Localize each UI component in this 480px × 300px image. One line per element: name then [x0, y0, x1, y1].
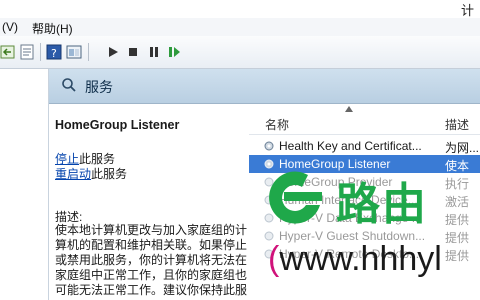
description-line: 使本地计算机更改与加入家庭组的计 — [55, 223, 248, 237]
tree-panel[interactable] — [0, 69, 49, 300]
back-icon[interactable] — [0, 44, 16, 60]
service-description: 执行 — [445, 177, 470, 191]
toolbar-separator — [88, 43, 89, 61]
pause-icon[interactable] — [146, 44, 162, 60]
list-header: 名称 描述 — [249, 114, 480, 135]
restart-icon[interactable] — [166, 44, 182, 60]
properties-icon[interactable] — [20, 44, 36, 60]
toolbar-separator — [40, 43, 41, 61]
watermark-brand: 路由 — [336, 180, 428, 229]
description-text: 使本地计算机更改与加入家庭组的计 算机的配置和维护相关联。如果停止 或禁用此服务… — [55, 223, 250, 298]
toolbar: ? — [0, 36, 480, 69]
watermark-url-paren: ( — [268, 240, 280, 278]
console-icon[interactable] — [66, 44, 82, 60]
gear-icon — [264, 141, 274, 151]
watermark-url: (www.hhhyl — [268, 240, 442, 279]
description-line: 可能无法正常工作。建议你保持此服 — [55, 283, 248, 297]
service-name: Health Key and Certificat... — [279, 139, 422, 153]
watermark-url-text: www.hhhyl — [279, 240, 442, 278]
watermark-logo-icon — [269, 171, 322, 224]
services-title: 服务 — [85, 79, 113, 95]
window-title: 计 — [460, 3, 474, 18]
menu-view[interactable]: (V) — [2, 20, 18, 34]
menu-help[interactable]: 帮助(H) — [32, 20, 73, 37]
description-line: 家庭组中正常工作，且你的家庭组也 — [55, 268, 248, 282]
play-icon[interactable] — [105, 44, 121, 60]
stop-icon[interactable] — [125, 44, 141, 60]
restart-service-link[interactable]: 重启动 — [55, 167, 91, 181]
restart-service-row: 重启动此服务 — [55, 165, 127, 182]
sort-ascending-icon — [345, 106, 353, 112]
service-description: 提供 — [445, 231, 470, 245]
svg-text:?: ? — [51, 47, 57, 60]
service-description: 提供 — [445, 213, 470, 227]
service-description: 提供 — [445, 249, 470, 263]
selected-service-name: HomeGroup Listener — [55, 118, 180, 132]
menu-bar: (V) 帮助(H) — [0, 18, 480, 36]
column-header-name[interactable]: 名称 — [265, 116, 289, 133]
service-description: 为网... — [445, 141, 480, 155]
help-icon[interactable]: ? — [46, 44, 62, 60]
service-description: 激活 — [445, 195, 470, 209]
search-icon — [62, 78, 76, 92]
restart-service-suffix: 此服务 — [91, 167, 128, 181]
description-pane: HomeGroup Listener 停止此服务 重启动此服务 描述: 使本地计… — [49, 104, 249, 300]
service-row[interactable]: Health Key and Certificat... 为网... — [249, 137, 480, 155]
column-header-description[interactable]: 描述 — [445, 116, 469, 133]
service-description: 使本 — [445, 159, 470, 173]
stop-service-link[interactable]: 停止 — [55, 152, 79, 166]
services-header: 服务 — [49, 69, 480, 104]
description-line: 算机的配置和维护相关联。如果停止 — [55, 238, 248, 252]
stop-service-suffix: 此服务 — [79, 152, 116, 166]
description-line: 或禁用此服务，你的计算机将无法在 — [55, 253, 248, 267]
window-titlebar: 计 — [0, 0, 480, 18]
